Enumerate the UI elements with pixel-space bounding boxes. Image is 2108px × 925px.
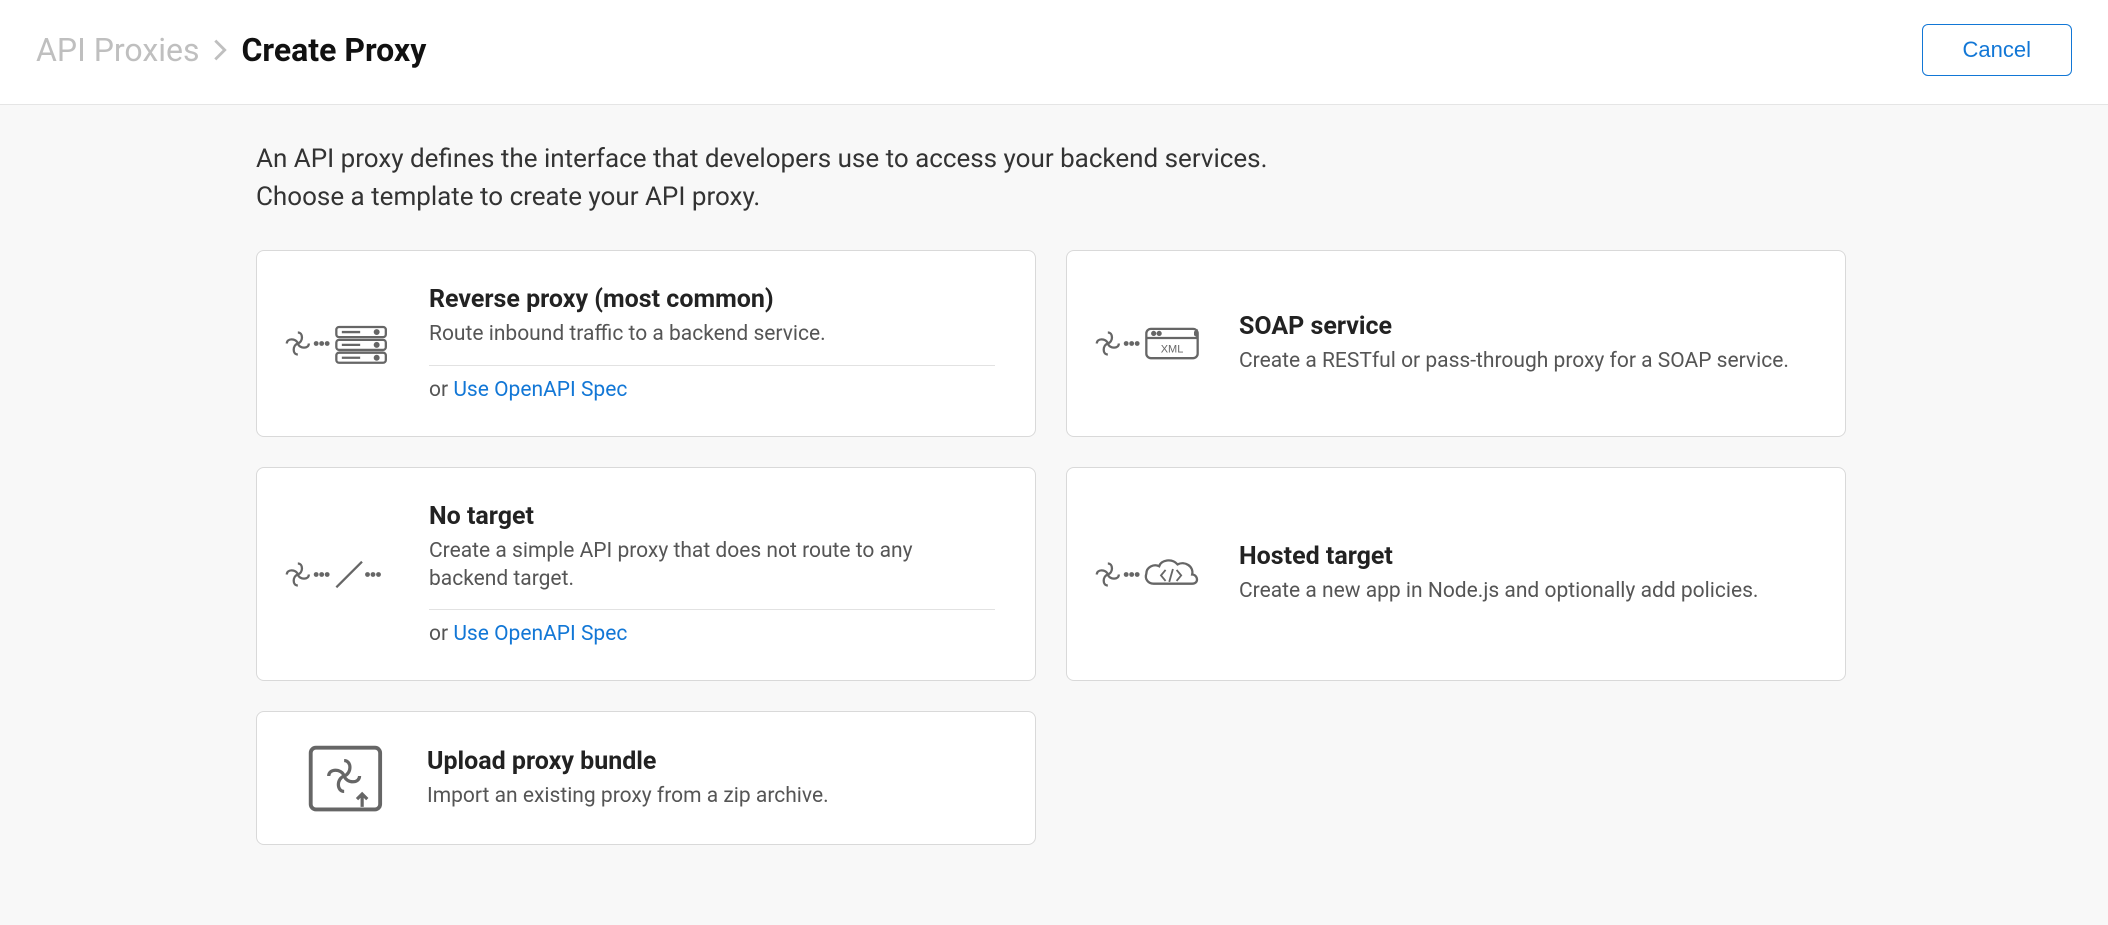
card-desc: Create a simple API proxy that does not … — [429, 537, 995, 594]
content-area: An API proxy defines the interface that … — [0, 105, 2108, 925]
or-openapi-line: or Use OpenAPI Spec — [429, 378, 995, 402]
card-title: Upload proxy bundle — [427, 747, 995, 776]
or-prefix: or — [429, 622, 453, 646]
card-title: No target — [429, 502, 995, 531]
card-hosted-target[interactable]: Hosted target Create a new app in Node.j… — [1066, 467, 1846, 682]
card-body: No target Create a simple API proxy that… — [429, 502, 995, 647]
card-desc: Create a RESTful or pass-through proxy f… — [1239, 347, 1805, 375]
card-body: Reverse proxy (most common) Route inboun… — [429, 285, 995, 401]
no-target-icon — [285, 542, 395, 606]
card-title: Reverse proxy (most common) — [429, 285, 995, 314]
card-title: Hosted target — [1239, 542, 1805, 571]
intro-text: An API proxy defines the interface that … — [256, 141, 1852, 216]
card-soap-service[interactable]: XML SOAP service Create a RESTful or pas… — [1066, 250, 1846, 436]
or-prefix: or — [429, 378, 453, 402]
or-openapi-line: or Use OpenAPI Spec — [429, 622, 995, 646]
card-title: SOAP service — [1239, 312, 1805, 341]
use-openapi-link[interactable]: Use OpenAPI Spec — [453, 622, 627, 646]
card-body: SOAP service Create a RESTful or pass-th… — [1239, 312, 1805, 375]
divider — [429, 365, 995, 366]
card-desc: Create a new app in Node.js and optional… — [1239, 577, 1805, 605]
upload-bundle-icon — [303, 746, 393, 810]
intro-line-1: An API proxy defines the interface that … — [256, 144, 1267, 174]
card-body: Hosted target Create a new app in Node.j… — [1239, 542, 1805, 605]
card-upload-bundle[interactable]: Upload proxy bundle Import an existing p… — [256, 711, 1036, 845]
breadcrumb-current: Create Proxy — [241, 31, 426, 69]
intro-line-2: Choose a template to create your API pro… — [256, 182, 760, 212]
card-no-target[interactable]: No target Create a simple API proxy that… — [256, 467, 1036, 682]
card-reverse-proxy[interactable]: Reverse proxy (most common) Route inboun… — [256, 250, 1036, 436]
use-openapi-link[interactable]: Use OpenAPI Spec — [453, 378, 627, 402]
card-body: Upload proxy bundle Import an existing p… — [427, 747, 995, 810]
breadcrumb-root-link[interactable]: API Proxies — [36, 31, 199, 69]
template-card-grid: Reverse proxy (most common) Route inboun… — [256, 250, 1852, 845]
chevron-right-icon — [213, 39, 227, 61]
card-desc: Route inbound traffic to a backend servi… — [429, 320, 995, 348]
reverse-proxy-icon — [285, 312, 395, 376]
hosted-target-icon — [1095, 542, 1205, 606]
breadcrumb: API Proxies Create Proxy — [36, 31, 426, 69]
page-header: API Proxies Create Proxy Cancel — [0, 0, 2108, 105]
divider — [429, 609, 995, 610]
card-desc: Import an existing proxy from a zip arch… — [427, 782, 995, 810]
svg-text:XML: XML — [1161, 344, 1184, 356]
cancel-button[interactable]: Cancel — [1922, 24, 2072, 76]
soap-service-icon: XML — [1095, 312, 1205, 376]
